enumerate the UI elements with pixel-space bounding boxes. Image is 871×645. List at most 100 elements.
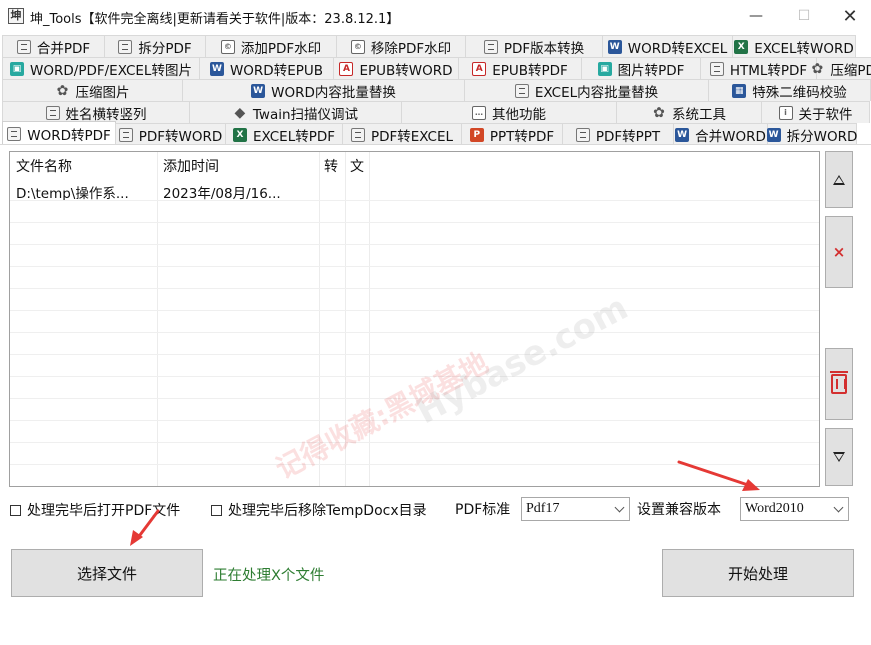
list-icon — [45, 105, 60, 120]
tab-row5-2[interactable]: X EXCEL转PDF — [225, 123, 343, 145]
chevron-down-icon — [833, 502, 844, 513]
tab-row1-6[interactable]: X EXCEL转WORD — [732, 35, 856, 57]
status-text: 正在处理X个文件 — [213, 568, 325, 584]
move-down-button[interactable] — [825, 428, 853, 486]
move-up-button[interactable] — [825, 151, 853, 208]
tab-row1-5[interactable]: W WORD转EXCEL — [602, 35, 733, 57]
tab-row4-3[interactable]: ✿ 系统工具 — [616, 101, 762, 123]
word-icon: W — [251, 83, 266, 98]
tab-label: EXCEL内容批量替换 — [534, 84, 659, 101]
delete-icon: × — [832, 243, 846, 261]
checkbox-box[interactable] — [10, 504, 21, 516]
minimize-button[interactable]: — — [733, 0, 779, 32]
tab-label: EXCEL转WORD — [754, 40, 854, 57]
column-header-name[interactable]: 文件名称 — [16, 156, 72, 176]
select-files-button[interactable]: 选择文件 — [11, 549, 203, 597]
tab-label: 关于软件 — [798, 106, 853, 123]
document-icon — [16, 39, 31, 54]
tab-row5-7[interactable]: W 拆分WORD — [766, 123, 857, 145]
table-row[interactable]: D:\temp\操作系... 2023年/08月/16... — [10, 178, 819, 202]
document-icon — [483, 39, 498, 54]
tab-row5-4[interactable]: P PPT转PDF — [461, 123, 563, 145]
start-processing-button[interactable]: 开始处理 — [662, 549, 854, 597]
tab-row1-4[interactable]: PDF版本转换 — [465, 35, 603, 57]
tab-row2-6[interactable]: ✿ 压缩PDF — [811, 57, 871, 79]
tab-row5-3[interactable]: PDF转EXCEL — [342, 123, 462, 145]
tab-label: 姓名横转竖列 — [65, 106, 147, 123]
compat-version-value: Word2010 — [745, 501, 804, 516]
remove-temp-dir-checkbox[interactable]: 处理完毕后移除TempDocx目录 — [211, 500, 427, 520]
move-up-icon — [833, 174, 845, 185]
tab-row2-3[interactable]: A EPUB转PDF — [458, 57, 582, 79]
excel-icon: X — [232, 127, 247, 142]
grid-line — [10, 200, 819, 201]
word-icon: W — [766, 127, 781, 142]
tab-label: PDF转WORD — [138, 128, 223, 145]
tab-row3-1[interactable]: W WORD内容批量替换 — [182, 79, 465, 101]
tab-label: WORD/PDF/EXCEL转图片 — [30, 62, 192, 79]
file-list[interactable]: 文件名称 添加时间 转 文 D:\temp\操作系... 2023年/08月/1… — [9, 151, 820, 487]
grid-line — [10, 420, 819, 421]
tab-label: 压缩图片 — [75, 84, 130, 101]
document-icon — [118, 127, 133, 142]
tab-row: WORD转PDF PDF转WORD X EXCEL转PDF PDF转EXCEL P PPT转… — [2, 121, 857, 145]
close-button[interactable]: ✕ — [827, 0, 871, 32]
watermark-icon: © — [220, 39, 235, 54]
tab-row1-3[interactable]: © 移除PDF水印 — [336, 35, 466, 57]
grid-line — [10, 310, 819, 311]
tab-row: ✿ 压缩图片 W WORD内容批量替换 EXCEL内容批量替换 ▦ 特殊二维码校验 — [2, 79, 871, 101]
maximize-button[interactable]: ☐ — [781, 0, 827, 32]
pdf-standard-label: PDF标准 — [455, 502, 511, 518]
more-icon: … — [472, 105, 486, 120]
tab-row3-2[interactable]: EXCEL内容批量替换 — [464, 79, 709, 101]
tab-label: 合并WORD — [695, 128, 766, 145]
tab-label: WORD转PDF — [27, 127, 111, 144]
tab-row5-1[interactable]: PDF转WORD — [115, 123, 226, 145]
grid-line — [10, 332, 819, 333]
tab-row1-0[interactable]: 合并PDF — [2, 35, 105, 57]
gear-icon: ✿ — [811, 60, 824, 77]
checkbox-box[interactable] — [211, 504, 222, 516]
tab-row5-5[interactable]: PDF转PPT — [562, 123, 674, 145]
tab-row: 合并PDF 拆分PDF © 添加PDF水印 © 移除PDF水印 PDF版本转换 W WORD转E… — [2, 35, 856, 57]
tab-row4-1[interactable]: ◆ Twain扫描仪调试 — [189, 101, 402, 123]
clear-list-button[interactable] — [825, 348, 853, 420]
tab-label: 添加PDF水印 — [240, 40, 322, 57]
grid-line — [10, 244, 819, 245]
image-icon: ▣ — [597, 61, 612, 76]
tab-row5-6[interactable]: W 合并WORD — [673, 123, 768, 145]
grid-line — [10, 288, 819, 289]
tab-row2-0[interactable]: ▣ WORD/PDF/EXCEL转图片 — [2, 57, 200, 79]
tab-row1-1[interactable]: 拆分PDF — [104, 35, 206, 57]
tab-row1-2[interactable]: © 添加PDF水印 — [205, 35, 337, 57]
column-header-text[interactable]: 文 — [350, 156, 364, 176]
tab-row2-2[interactable]: A EPUB转WORD — [333, 57, 459, 79]
pdf-standard-value: Pdf17 — [526, 501, 560, 516]
column-divider — [158, 152, 320, 486]
word-icon: W — [675, 127, 690, 142]
info-icon: i — [778, 105, 793, 120]
column-header-convert[interactable]: 转 — [324, 156, 338, 176]
tab-row3-3[interactable]: ▦ 特殊二维码校验 — [708, 79, 871, 101]
tab-row4-4[interactable]: i 关于软件 — [761, 101, 870, 123]
document-icon — [7, 126, 22, 141]
compat-version-select[interactable]: Word2010 — [740, 497, 849, 521]
word-icon: W — [209, 61, 224, 76]
tab-row2-4[interactable]: ▣ 图片转PDF — [581, 57, 701, 79]
column-header-time[interactable]: 添加时间 — [163, 156, 219, 176]
pdf-standard-select[interactable]: Pdf17 — [521, 497, 630, 521]
grid-line — [10, 222, 819, 223]
delete-item-button[interactable]: × — [825, 216, 853, 288]
chevron-down-icon — [614, 502, 625, 513]
pdf-icon: A — [472, 61, 487, 76]
tab-row4-0[interactable]: 姓名横转竖列 — [2, 101, 190, 123]
tab-row5-0[interactable]: WORD转PDF — [2, 121, 116, 145]
ppt-icon: P — [469, 127, 484, 142]
tab-row3-0[interactable]: ✿ 压缩图片 — [2, 79, 183, 101]
grid-line — [10, 398, 819, 399]
tab-row2-5[interactable]: HTML转PDF — [700, 57, 817, 79]
tab-row2-1[interactable]: W WORD转EPUB — [199, 57, 334, 79]
grid-line — [10, 354, 819, 355]
tab-row4-2[interactable]: … 其他功能 — [401, 101, 617, 123]
open-pdf-after-checkbox[interactable]: 处理完毕后打开PDF文件 — [10, 500, 180, 520]
